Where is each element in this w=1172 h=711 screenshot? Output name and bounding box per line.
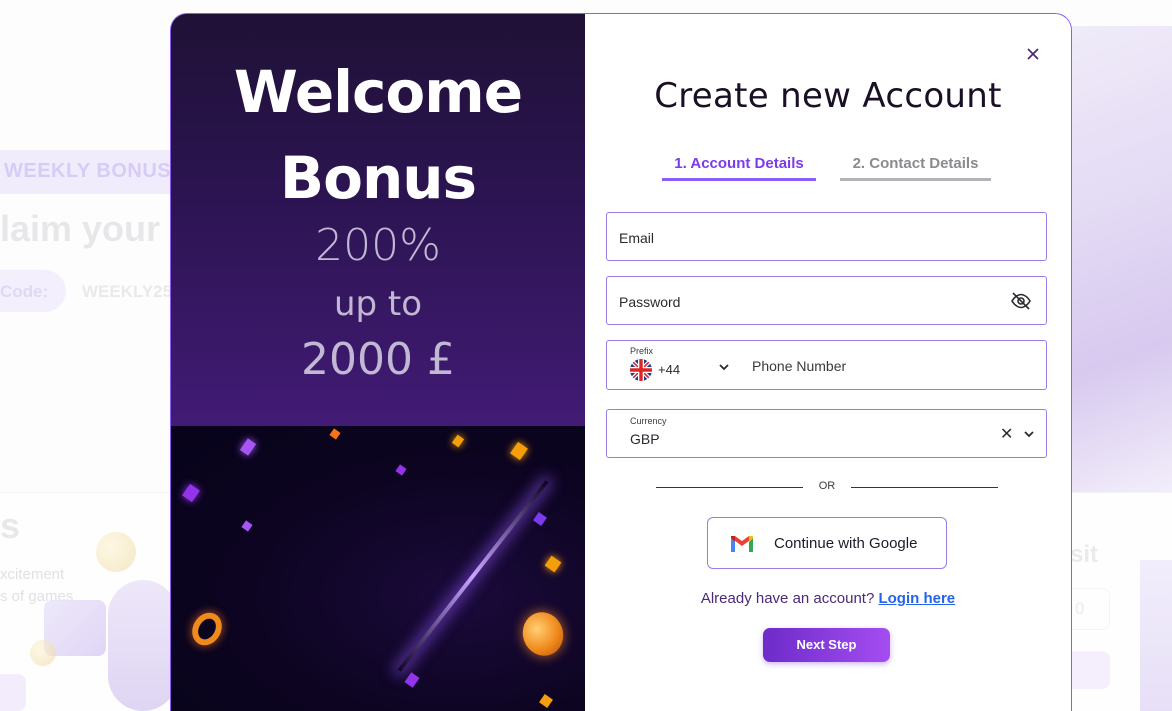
prefix-label: Prefix	[630, 346, 654, 356]
phone-field[interactable]: Prefix +44 Phone Number	[606, 340, 1047, 390]
orange-shard	[451, 434, 465, 448]
or-divider-text: OR	[818, 480, 836, 492]
form-title: Create new Account	[654, 76, 1002, 116]
promo-panel: Welcome Bonus 200% up to 2000 £	[171, 14, 585, 711]
purple-shard	[182, 483, 200, 503]
tab-account-details[interactable]: 1. Account Details	[662, 155, 816, 181]
google-button-label: Continue with Google	[774, 535, 918, 552]
purple-shard	[395, 464, 407, 476]
gold-coin-art	[516, 606, 570, 662]
next-step-button[interactable]: Next Step	[763, 628, 890, 662]
phone-number-placeholder[interactable]: Phone Number	[752, 358, 846, 374]
close-icon	[1027, 48, 1039, 60]
have-account-row: Already have an account? Login here	[585, 590, 1071, 607]
promo-casino-art	[171, 426, 585, 711]
chevron-down-icon[interactable]	[1023, 428, 1035, 440]
promo-amount: 2000 £	[301, 334, 455, 385]
promo-text-area: Welcome Bonus 200% up to 2000 £	[171, 14, 585, 426]
currency-value: GBP	[630, 431, 660, 447]
password-field[interactable]: Password	[606, 276, 1047, 325]
purple-shard	[533, 512, 547, 526]
promo-title-line1: Welcome	[233, 58, 523, 126]
promo-up-to: up to	[333, 284, 423, 324]
currency-label: Currency	[630, 416, 667, 426]
orange-shard	[544, 555, 562, 573]
orange-shard	[539, 694, 553, 708]
purple-shard	[404, 672, 420, 688]
signup-modal: Welcome Bonus 200% up to 2000 £ Create n…	[171, 14, 1071, 711]
tab-contact-details[interactable]: 2. Contact Details	[840, 155, 991, 181]
promo-title-line2: Bonus	[279, 144, 477, 212]
uk-flag-icon[interactable]	[630, 359, 652, 381]
have-account-text: Already have an account?	[700, 590, 875, 607]
purple-shard	[239, 438, 257, 456]
continue-with-google-button[interactable]: Continue with Google	[707, 517, 947, 569]
email-field[interactable]: Email	[606, 212, 1047, 261]
divider-line	[656, 487, 803, 488]
gold-coin-art	[186, 607, 228, 651]
orange-shard	[329, 428, 341, 440]
clear-currency-icon[interactable]: ✕	[1000, 424, 1013, 444]
divider-line	[851, 487, 998, 488]
close-button[interactable]	[1021, 42, 1045, 66]
orange-shard	[510, 441, 528, 461]
chevron-down-icon[interactable]	[718, 361, 730, 373]
prefix-value[interactable]: +44	[658, 362, 680, 377]
login-link[interactable]: Login here	[878, 590, 955, 607]
eye-off-icon[interactable]	[1010, 291, 1032, 311]
gmail-icon	[731, 536, 753, 552]
currency-select[interactable]: Currency GBP ✕	[606, 409, 1047, 458]
password-placeholder: Password	[619, 294, 681, 310]
signup-form: Create new Account 1. Account Details 2.…	[585, 14, 1071, 711]
email-placeholder: Email	[619, 230, 655, 246]
promo-percent: 200%	[315, 220, 441, 271]
purple-shard	[241, 520, 253, 532]
